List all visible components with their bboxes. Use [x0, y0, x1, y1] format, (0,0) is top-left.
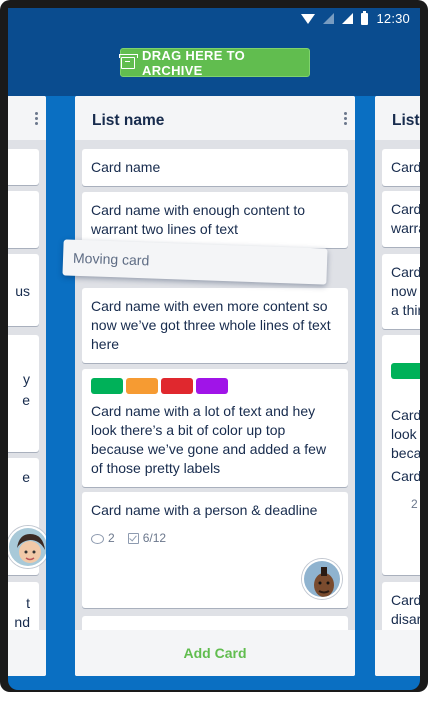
card[interactable]: Card name with even more content so now … [82, 288, 348, 363]
card-text: e [22, 469, 30, 485]
label-orange[interactable] [126, 378, 158, 394]
signal-icon [323, 13, 335, 24]
archive-icon [119, 53, 138, 69]
card[interactable]: Card name with a person & deadline 2 6/1… [82, 492, 348, 608]
list-header: List [375, 96, 420, 140]
list-footer [8, 630, 46, 676]
card-badges: 2 [391, 495, 420, 514]
battery-icon [361, 10, 369, 25]
list-right: List Card Card warra Card now w a thir C… [375, 96, 420, 676]
card-text: y e [22, 371, 30, 408]
comments-badge: 2 [91, 529, 115, 548]
list-footer [375, 630, 420, 676]
add-card-label: Add Card [183, 645, 247, 661]
card[interactable]: Card name with enough content to warrant… [82, 192, 348, 248]
card-text: Card name with enough content to warrant… [91, 202, 306, 237]
card-text: Card disar [391, 592, 420, 627]
card[interactable] [8, 149, 39, 185]
card-text: Card name with a person & deadline [91, 502, 318, 518]
device-frame: 12:30 DRAG HERE TO ARCHIVE us y e e t nd… [0, 0, 428, 692]
screen: 12:30 DRAG HERE TO ARCHIVE us y e e t nd… [8, 8, 420, 690]
card[interactable]: Card 2 [382, 458, 420, 575]
card-text: Card [391, 468, 420, 484]
card-text: Card warra [391, 201, 420, 236]
card-labels [391, 363, 420, 379]
more-icon[interactable] [35, 110, 38, 127]
more-icon[interactable] [344, 110, 347, 127]
archive-label: DRAG HERE TO ARCHIVE [142, 47, 246, 78]
card-text: Card name with even more content so now … [91, 298, 331, 352]
avatar[interactable] [302, 559, 342, 599]
checklist-badge: 6/12 [127, 529, 166, 548]
checklist-icon [127, 533, 139, 544]
card[interactable]: Card now w a thir [382, 254, 420, 329]
list-header [8, 96, 46, 140]
clock: 12:30 [376, 11, 410, 26]
list-title[interactable]: List name [92, 112, 164, 129]
label-green[interactable] [91, 378, 123, 394]
archive-drop-zone[interactable]: DRAG HERE TO ARCHIVE [119, 47, 310, 78]
card-text: Card now w a thir [391, 264, 420, 318]
card[interactable]: Card name with a lot of text and hey loo… [82, 369, 348, 487]
wifi-icon [301, 13, 316, 24]
card[interactable] [8, 191, 39, 248]
card-text: Card name with a lot of text and hey loo… [91, 403, 327, 476]
card[interactable]: Card warra [382, 191, 420, 247]
card[interactable]: Card [382, 149, 420, 186]
card[interactable]: Card name [82, 149, 348, 186]
list-left: us y e e t nd [8, 96, 46, 676]
label-purple[interactable] [196, 378, 228, 394]
comments-count: 2 [411, 497, 418, 511]
card-labels [91, 378, 339, 394]
signal-icon [342, 13, 354, 24]
card-badges: 2 6/12 [91, 529, 339, 548]
card-text: Card name [91, 159, 161, 175]
list-header: List name [75, 96, 355, 140]
label-green[interactable] [391, 363, 420, 379]
top-bar: DRAG HERE TO ARCHIVE [8, 30, 420, 96]
card-text: us [15, 283, 30, 299]
status-icons: 12:30 [301, 10, 410, 26]
card-text: Card [391, 159, 420, 175]
label-red[interactable] [161, 378, 193, 394]
list-main: List name Card name Card name with enoug… [75, 96, 355, 676]
avatar[interactable] [8, 526, 46, 568]
add-card-button[interactable]: Add Card [75, 630, 355, 676]
card[interactable]: e [8, 458, 46, 575]
card[interactable]: y e [8, 335, 39, 452]
status-bar: 12:30 [8, 8, 420, 30]
list-title[interactable]: List [392, 112, 420, 129]
card[interactable]: us [8, 254, 39, 326]
moving-card-text: Moving card [72, 249, 150, 269]
comment-icon [91, 533, 104, 544]
card-text: t nd [14, 595, 30, 630]
